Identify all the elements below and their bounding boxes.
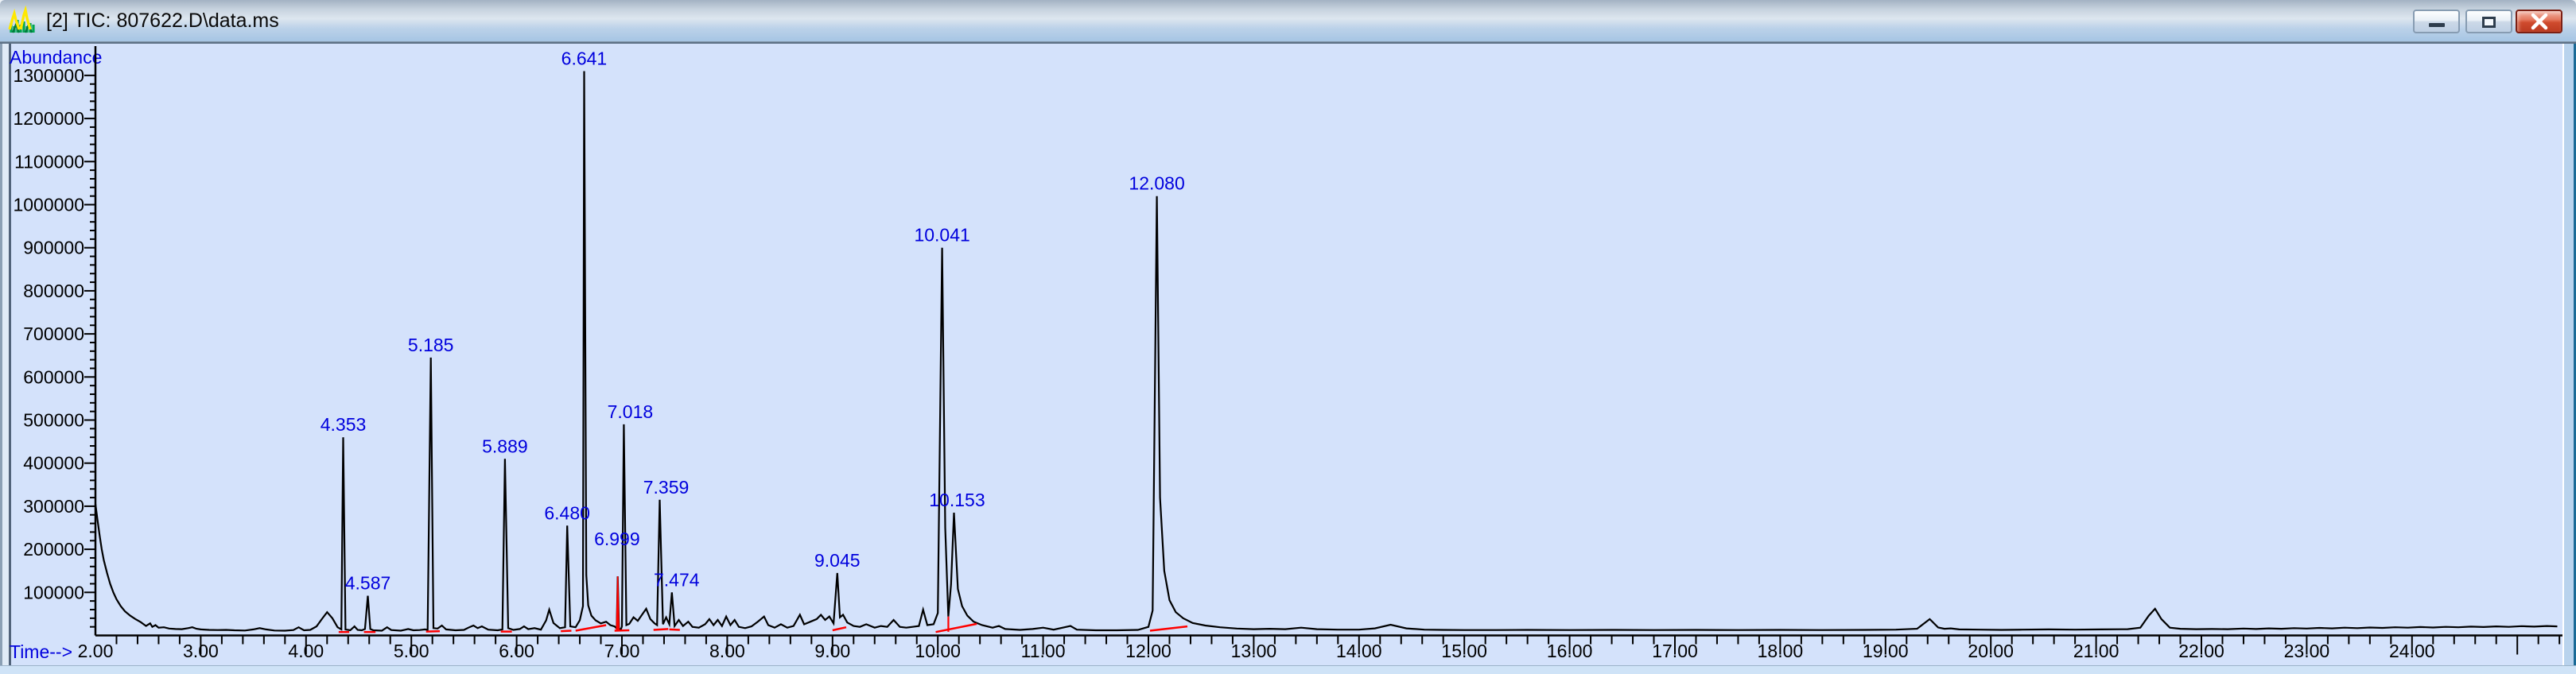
x-tick-label: 16.00 <box>1547 641 1593 661</box>
x-tick-label: 12.00 <box>1125 641 1171 661</box>
peak-label: 6.641 <box>561 48 608 68</box>
chart-svg: Abundance Time--> 1000002000003000004000… <box>10 46 2562 662</box>
x-tick-label: 2.00 <box>78 641 114 661</box>
x-tick-label: 21.00 <box>2073 641 2119 661</box>
x-tick-label: 4.00 <box>288 641 324 661</box>
integration-baseline <box>832 626 847 632</box>
y-tick-label: 300000 <box>23 496 84 517</box>
y-tick-label: 400000 <box>23 453 84 474</box>
peak-label: 12.080 <box>1129 173 1184 194</box>
integration-baseline <box>669 628 680 631</box>
peak-label: 10.041 <box>914 225 969 246</box>
x-tick-label: 5.00 <box>394 641 429 661</box>
x-tick-label: 7.00 <box>604 641 640 661</box>
x-tick-label: 9.00 <box>814 641 850 661</box>
y-tick-label: 800000 <box>23 281 84 301</box>
x-tick-label: 24.00 <box>2389 641 2435 661</box>
peak-label: 7.474 <box>654 569 700 590</box>
x-tick-label: 14.00 <box>1336 641 1382 661</box>
x-tick-label: 10.00 <box>915 641 961 661</box>
x-tick-label: 23.00 <box>2284 641 2330 661</box>
x-tick-label: 8.00 <box>709 641 745 661</box>
y-tick-label: 500000 <box>23 410 84 431</box>
peak-label: 4.353 <box>321 414 367 435</box>
peak-label: 7.359 <box>643 477 690 498</box>
y-tick-label: 100000 <box>23 582 84 602</box>
y-tick-label: 200000 <box>23 539 84 560</box>
peak-label: 7.018 <box>608 401 654 422</box>
x-tick-label: 6.00 <box>499 641 534 661</box>
y-tick-label: 1200000 <box>13 108 84 129</box>
peak-label: 6.480 <box>544 502 590 523</box>
x-tick-label: 15.00 <box>1441 641 1487 661</box>
y-tick-label: 600000 <box>23 366 84 387</box>
peak-label: 10.153 <box>929 490 985 510</box>
integration-baseline <box>1149 625 1188 632</box>
peak-label: 9.045 <box>814 550 861 571</box>
integration-baseline <box>425 629 440 633</box>
chromatogram-window: [2] TIC: 807622.D\data.ms Abundance Time… <box>0 0 2576 674</box>
x-tick-label: 18.00 <box>1758 641 1804 661</box>
x-tick-label: 20.00 <box>1968 641 2014 661</box>
y-tick-label: 1100000 <box>14 151 84 172</box>
peak-label: 6.999 <box>594 529 640 549</box>
x-tick-label: 22.00 <box>2178 641 2224 661</box>
x-axis-title: Time--> <box>10 641 72 662</box>
peak-label: 5.889 <box>482 436 528 456</box>
y-tick-label: 1000000 <box>13 195 84 215</box>
x-tick-label: 11.00 <box>1021 641 1066 661</box>
x-tick-label: 13.00 <box>1231 641 1277 661</box>
chromatogram-trace <box>94 71 2558 632</box>
x-tick-label: 19.00 <box>1863 641 1909 661</box>
peak-label: 4.587 <box>345 573 391 594</box>
y-tick-label: 900000 <box>23 238 84 258</box>
x-tick-label: 3.00 <box>183 641 219 661</box>
y-tick-label: 700000 <box>23 323 84 344</box>
integration-baseline <box>575 624 607 632</box>
integration-baseline <box>935 622 977 633</box>
x-tick-label: 17.00 <box>1652 641 1698 661</box>
y-tick-label: 1300000 <box>13 65 84 86</box>
integration-baseline <box>561 629 572 633</box>
peak-label: 5.185 <box>408 335 454 355</box>
